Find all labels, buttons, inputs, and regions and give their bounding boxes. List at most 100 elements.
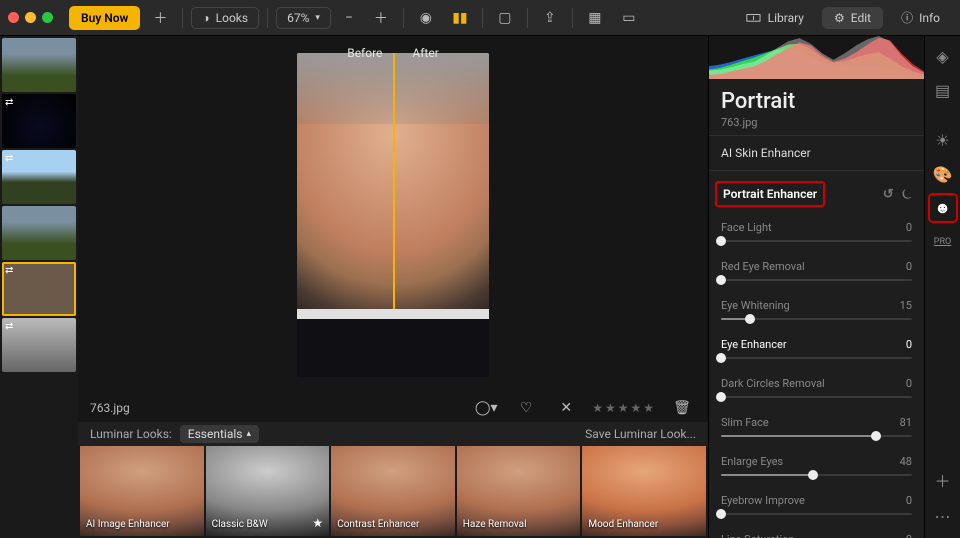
thumbnail[interactable]: ⇄: [2, 150, 76, 204]
share-button[interactable]: ⇪: [536, 6, 564, 30]
slider-value: 15: [900, 299, 912, 312]
more-icon[interactable]: ⋯: [931, 504, 955, 528]
section-portrait-enhancer[interactable]: Portrait Enhancer ↺ ⏾: [709, 170, 924, 217]
crop-button[interactable]: ▢: [491, 6, 519, 30]
slider-slim-face[interactable]: Slim Face81: [721, 416, 912, 443]
toggle-icon[interactable]: ⏾: [902, 187, 912, 202]
slider-knob[interactable]: [808, 470, 818, 480]
light-tool-icon[interactable]: ☀: [931, 128, 955, 152]
thumbnail[interactable]: [2, 38, 76, 92]
looks-label: Luminar Looks:: [90, 427, 172, 441]
slider-face-light[interactable]: Face Light0: [721, 221, 912, 248]
sliders-icon: ⚙: [834, 11, 845, 25]
tab-library[interactable]: 🀱Library: [733, 7, 816, 29]
preview-toggle[interactable]: ◉: [412, 6, 440, 30]
slider-label: Red Eye Removal: [721, 260, 805, 273]
close-icon[interactable]: [8, 12, 19, 23]
histogram[interactable]: [709, 36, 924, 79]
thumbnail[interactable]: [2, 206, 76, 260]
slider-label: Face Light: [721, 221, 772, 234]
slider-label: Eye Whitening: [721, 299, 790, 312]
slider-value: 0: [906, 260, 912, 273]
minimize-icon[interactable]: [25, 12, 36, 23]
look-preset[interactable]: AI Image Enhancer: [80, 446, 204, 536]
slider-eyebrow-improve[interactable]: Eyebrow Improve 0: [721, 494, 912, 521]
zoom-out-button[interactable]: −: [335, 6, 363, 30]
slider-knob[interactable]: [716, 392, 726, 402]
canvas-icon[interactable]: ▤: [931, 78, 955, 102]
slider-lips-saturation[interactable]: Lips Saturation 0: [721, 533, 912, 538]
canvas-area: Before After 763.jpg ◯▾ ♡ ✕ ★★★★★ 🗑 Lumi…: [78, 36, 708, 538]
after-label: After: [412, 46, 438, 60]
thumbnail-selected[interactable]: ⇄: [2, 262, 76, 316]
reject-button[interactable]: ✕: [552, 396, 580, 420]
single-view-button[interactable]: ▭: [615, 6, 643, 30]
panel-title: Portrait: [721, 89, 912, 114]
slider-knob[interactable]: [716, 509, 726, 519]
slider-label: Eye Enhancer: [721, 338, 787, 351]
tab-edit[interactable]: ⚙Edit: [822, 7, 883, 29]
pro-tool-icon[interactable]: PRO: [931, 230, 955, 254]
rating-stars[interactable]: ★★★★★: [592, 401, 656, 415]
slider-eye-enhancer[interactable]: Eye Enhancer 0: [721, 338, 912, 365]
save-look-button[interactable]: Save Luminar Look...: [585, 427, 696, 441]
slider-knob[interactable]: [871, 431, 881, 441]
trash-button[interactable]: 🗑: [668, 396, 696, 420]
preview-image[interactable]: [297, 53, 489, 377]
add-button[interactable]: ＋: [146, 6, 174, 30]
adjusted-icon: ⇄: [5, 321, 13, 332]
tool-dock: ◈ ▤ ☀ 🎨 ☻ PRO ＋ ⋯: [924, 36, 960, 538]
slider-value: 48: [900, 455, 912, 468]
look-preset[interactable]: Haze Removal: [457, 446, 581, 536]
adjusted-icon: ⇄: [5, 265, 13, 276]
flag-pick[interactable]: ◯▾: [472, 396, 500, 420]
maximize-icon[interactable]: [42, 12, 53, 23]
chevron-down-icon: ▾: [315, 13, 320, 23]
look-preset[interactable]: Mood Enhancer: [582, 446, 706, 536]
slider-red-eye-removal[interactable]: Red Eye Removal 0: [721, 260, 912, 287]
undo-icon[interactable]: ↺: [883, 187, 894, 202]
slider-enlarge-eyes[interactable]: Enlarge Eyes48: [721, 455, 912, 482]
look-preset[interactable]: Contrast Enhancer: [331, 446, 455, 536]
looks-button[interactable]: ◑ Looks: [191, 7, 259, 29]
zoom-level[interactable]: 67%▾: [276, 7, 331, 29]
filmstrip: ⇄ ⇄ ⇄ ⇄: [0, 36, 78, 538]
compare-button[interactable]: ▮▮: [446, 6, 474, 30]
slider-label: Lips Saturation: [721, 533, 794, 538]
zoom-in-button[interactable]: ＋: [367, 6, 395, 30]
slider-value: 0: [906, 494, 912, 507]
slider-dark-circles-removal[interactable]: Dark Circles Removal0: [721, 377, 912, 404]
looks-preset-select[interactable]: Essentials▴: [180, 425, 259, 443]
before-label: Before: [347, 46, 382, 60]
section-skin-enhancer[interactable]: AI Skin Enhancer: [709, 135, 924, 170]
portrait-tool-icon[interactable]: ☻: [931, 196, 955, 220]
buy-now-button[interactable]: Buy Now: [69, 6, 140, 30]
slider-knob[interactable]: [716, 275, 726, 285]
adjusted-icon: ⇄: [5, 97, 13, 108]
chevron-down-icon: ▴: [246, 429, 251, 439]
slider-label: Slim Face: [721, 416, 769, 429]
slider-eye-whitening[interactable]: Eye Whitening 15: [721, 299, 912, 326]
tab-info[interactable]: ⓘInfo: [889, 5, 952, 30]
look-preset[interactable]: Classic B&W★: [206, 446, 330, 536]
slider-label: Eyebrow Improve: [721, 494, 805, 507]
slider-knob[interactable]: [716, 353, 726, 363]
slider-value: 0: [906, 377, 912, 390]
edit-panel: Portrait 763.jpg AI Skin Enhancer Portra…: [708, 36, 924, 538]
info-icon: ⓘ: [901, 9, 913, 26]
add-tool-icon[interactable]: ＋: [931, 468, 955, 492]
slider-knob[interactable]: [745, 314, 755, 324]
slider-value: 0: [906, 533, 912, 538]
layers-icon[interactable]: ◈: [931, 44, 955, 68]
library-icon: 🀱: [745, 11, 761, 25]
thumbnail[interactable]: ⇄: [2, 318, 76, 372]
favorite-button[interactable]: ♡: [512, 396, 540, 420]
compare-slider[interactable]: [393, 53, 395, 377]
thumbnail[interactable]: ⇄: [2, 94, 76, 148]
grid-view-button[interactable]: ▦: [581, 6, 609, 30]
slider-value: 0: [906, 338, 912, 351]
color-tool-icon[interactable]: 🎨: [931, 162, 955, 186]
slider-knob[interactable]: [716, 236, 726, 246]
filename-label: 763.jpg: [90, 401, 130, 415]
panel-filename: 763.jpg: [721, 116, 912, 129]
